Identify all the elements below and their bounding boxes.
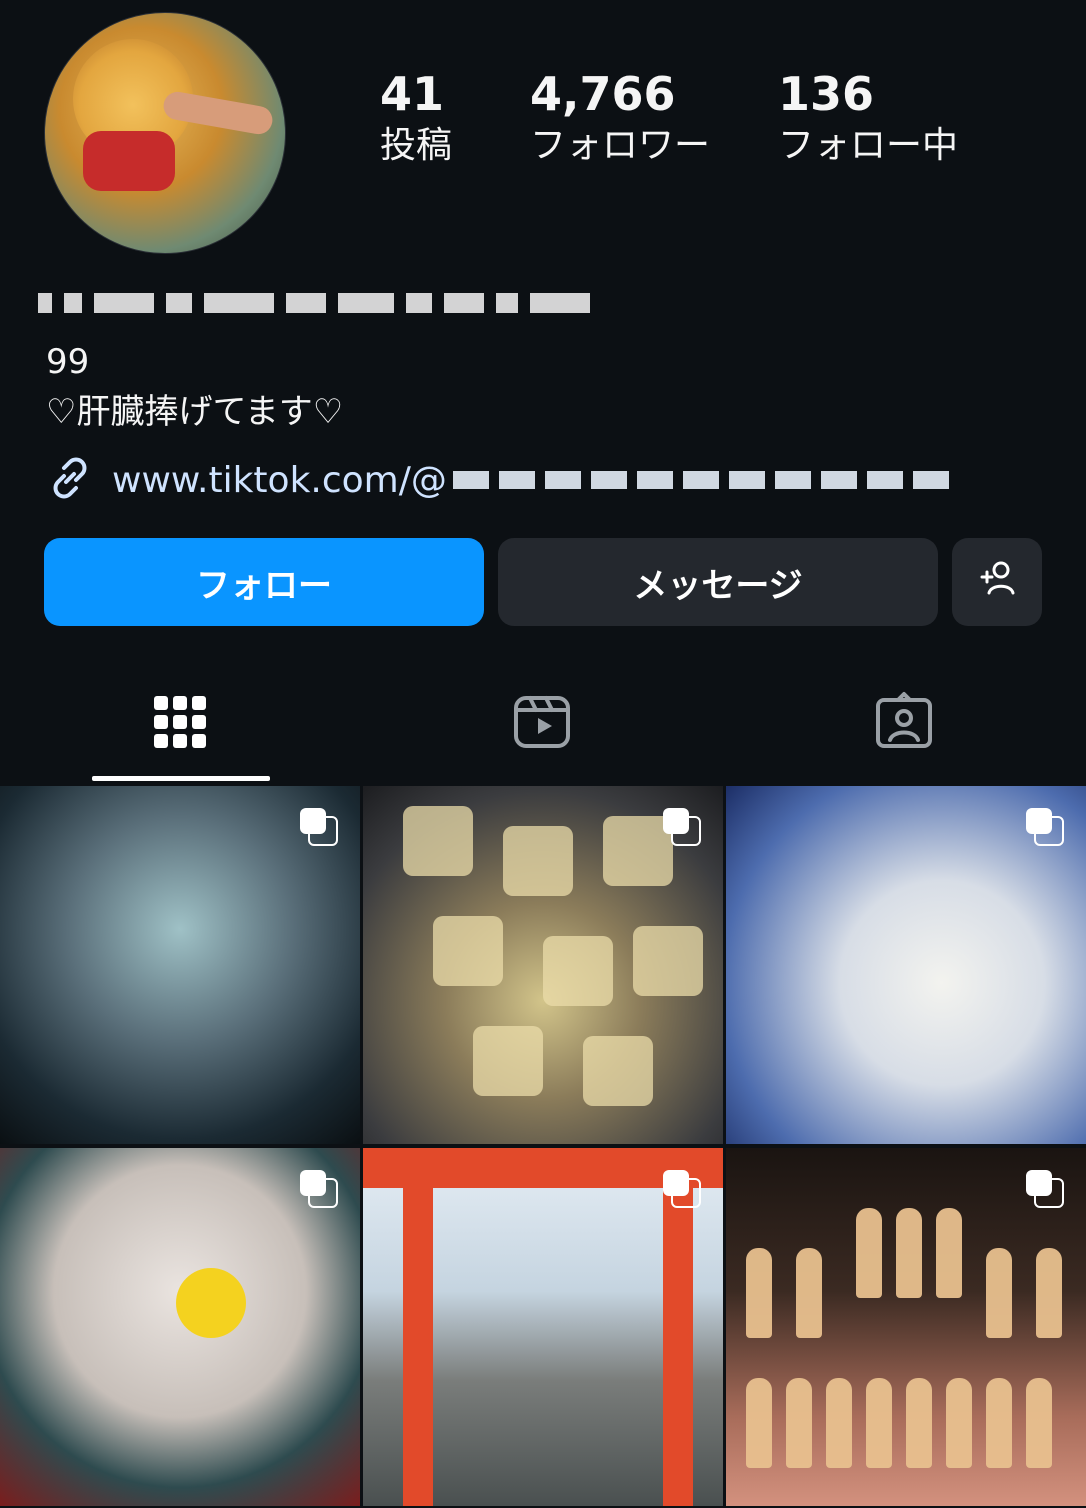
posts-count: 41 — [380, 67, 445, 121]
post-thumbnail[interactable] — [0, 786, 360, 1144]
bio-line-1: 99 — [46, 342, 90, 382]
following-count: 136 — [778, 67, 875, 121]
posts-label: 投稿 — [380, 125, 453, 166]
avatar-shirt — [83, 131, 175, 191]
message-button[interactable]: メッセージ — [498, 538, 938, 626]
link-icon — [46, 454, 94, 506]
multi-image-icon — [1026, 808, 1064, 846]
profile-name-redacted — [38, 288, 658, 318]
active-tab-indicator — [92, 776, 270, 781]
grid-icon — [154, 696, 206, 748]
reels-tab[interactable] — [510, 690, 574, 754]
post-thumbnail[interactable] — [726, 1148, 1086, 1506]
post-thumbnail[interactable] — [363, 786, 723, 1144]
profile-avatar[interactable] — [44, 12, 286, 254]
followers-stat[interactable]: 4,766 フォロワー — [530, 66, 710, 168]
followers-label: フォロワー — [530, 125, 711, 166]
stats-panel: 41 投稿 4,766 フォロワー 136 フォロー中 — [344, 44, 1010, 220]
bio-link-text: www.tiktok.com/@ — [112, 459, 447, 501]
followers-count: 4,766 — [530, 67, 676, 121]
following-stat[interactable]: 136 フォロー中 — [778, 66, 958, 168]
torii-left-pillar — [403, 1148, 433, 1506]
bio-link[interactable]: www.tiktok.com/@ — [46, 456, 949, 504]
multi-image-icon — [1026, 1170, 1064, 1208]
posts-grid — [0, 786, 1086, 1508]
posts-stat[interactable]: 41 投稿 — [380, 66, 452, 168]
tagged-icon — [876, 692, 932, 748]
bio-link-redacted — [452, 471, 949, 489]
post-thumbnail[interactable] — [363, 1148, 723, 1506]
multi-image-icon — [663, 808, 701, 846]
chrysanthemum-garnish — [176, 1268, 246, 1338]
multi-image-icon — [300, 1170, 338, 1208]
multi-image-icon — [663, 1170, 701, 1208]
add-person-button[interactable] — [952, 538, 1042, 626]
tagged-tab[interactable] — [872, 690, 936, 754]
bio-line-2: ♡肝臓捧げてます♡ — [46, 392, 344, 432]
multi-image-icon — [300, 808, 338, 846]
post-thumbnail[interactable] — [726, 786, 1086, 1144]
following-label: フォロー中 — [778, 125, 959, 166]
grid-tab[interactable] — [148, 690, 212, 754]
post-thumbnail[interactable] — [0, 1148, 360, 1506]
reels-icon — [514, 696, 570, 748]
profile-tabs — [0, 672, 1086, 782]
follow-button[interactable]: フォロー — [44, 538, 484, 626]
add-person-icon — [974, 555, 1020, 610]
